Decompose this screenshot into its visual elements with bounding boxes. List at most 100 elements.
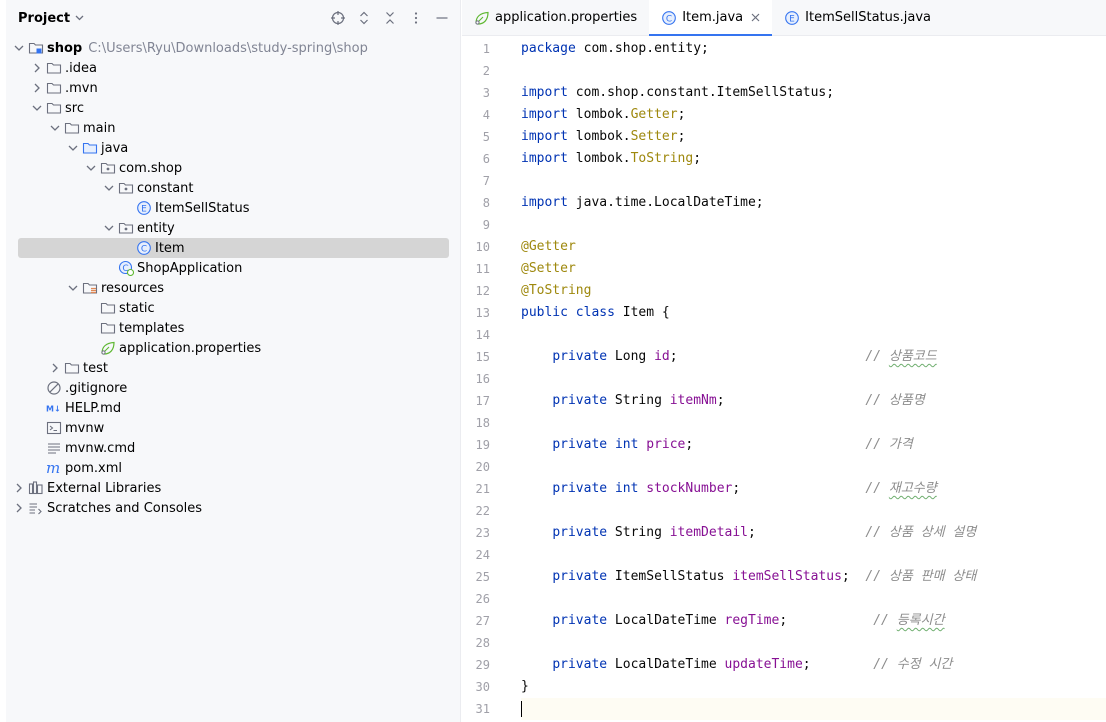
tree-item-pom-xml[interactable]: m pom.xml: [6, 458, 461, 478]
tree-item-test[interactable]: test: [6, 358, 461, 378]
tree-item-mvnw-cmd[interactable]: mvnw.cmd: [6, 438, 461, 458]
code-line[interactable]: import lombok.Getter;: [521, 104, 685, 126]
project-view-selector[interactable]: Project: [18, 11, 70, 26]
code-line[interactable]: private String itemDetail; // 상품 상세 설명: [521, 522, 976, 544]
tree-item-src[interactable]: src: [6, 98, 461, 118]
chevron-right-icon[interactable]: [28, 78, 46, 98]
line-number[interactable]: 4: [450, 104, 490, 126]
tree-item-itemsellstatus[interactable]: E ItemSellStatus: [6, 198, 461, 218]
tab-item-java[interactable]: C Item.java: [649, 0, 773, 36]
chevron-right-icon[interactable]: [10, 478, 28, 498]
code-area[interactable]: 1 2 3 4 5 6 7 8 9 10 11 12 13 14 15 16 17 18 19 20 21 22 23 24 2…: [462, 37, 1106, 722]
line-number[interactable]: 3: [450, 82, 490, 104]
expand-all-icon[interactable]: [356, 10, 372, 26]
tree-item-item[interactable]: C Item: [6, 238, 461, 258]
line-number[interactable]: 10: [450, 236, 490, 258]
tree-item-mvn[interactable]: .mvn: [6, 78, 461, 98]
code-line[interactable]: @Getter: [521, 236, 576, 258]
line-number[interactable]: 1: [450, 38, 490, 60]
line-number[interactable]: 29: [450, 654, 490, 676]
code-line[interactable]: private int price; // 가격: [521, 434, 913, 456]
tree-item-main[interactable]: main: [6, 118, 461, 138]
code-line[interactable]: package com.shop.entity;: [521, 38, 709, 60]
line-number[interactable]: 26: [450, 588, 490, 610]
chevron-down-icon[interactable]: [10, 38, 28, 58]
line-number[interactable]: 16: [450, 368, 490, 390]
code-line[interactable]: private int stockNumber; // 재고수량: [521, 478, 936, 500]
code-line[interactable]: import lombok.Setter;: [521, 126, 685, 148]
line-number[interactable]: 22: [450, 500, 490, 522]
tree-item-shopapplication[interactable]: C ShopApplication: [6, 258, 461, 278]
line-number[interactable]: 7: [450, 170, 490, 192]
chevron-right-icon[interactable]: [10, 498, 28, 518]
line-number[interactable]: 27: [450, 610, 490, 632]
code-line[interactable]: private ItemSellStatus itemSellStatus; /…: [521, 566, 976, 588]
code-line[interactable]: public class Item {: [521, 302, 670, 324]
code-line[interactable]: }: [521, 676, 529, 698]
tab-itemsellstatus-java[interactable]: E ItemSellStatus.java: [772, 0, 943, 35]
tree-item-idea[interactable]: .idea: [6, 58, 461, 78]
line-number[interactable]: 2: [450, 60, 490, 82]
tree-item-mvnw[interactable]: mvnw: [6, 418, 461, 438]
line-number[interactable]: 11: [450, 258, 490, 280]
chevron-down-icon[interactable]: [100, 218, 118, 238]
tree-item-entity[interactable]: entity: [6, 218, 461, 238]
line-number[interactable]: 18: [450, 412, 490, 434]
line-number[interactable]: 21: [450, 478, 490, 500]
line-number[interactable]: 24: [450, 544, 490, 566]
tree-item-shop[interactable]: shop C:\Users\Ryu\Downloads\study-spring\…: [6, 38, 461, 58]
chevron-down-icon[interactable]: [82, 158, 100, 178]
tree-item-application-properties[interactable]: application.properties: [6, 338, 461, 358]
line-number[interactable]: 8: [450, 192, 490, 214]
code-line[interactable]: import java.time.LocalDateTime;: [521, 192, 764, 214]
collapse-all-icon[interactable]: [382, 10, 398, 26]
code-line[interactable]: private Long id; // 상품코드: [521, 346, 936, 368]
close-icon[interactable]: [751, 11, 760, 25]
chevron-down-icon[interactable]: [28, 98, 46, 118]
chevron-down-icon[interactable]: [46, 118, 64, 138]
line-number[interactable]: 23: [450, 522, 490, 544]
tree-item-scratches-and-consoles[interactable]: Scratches and Consoles: [6, 498, 461, 518]
line-number[interactable]: 17: [450, 390, 490, 412]
tab-application-properties[interactable]: application.properties: [462, 0, 649, 35]
locate-icon[interactable]: [330, 10, 346, 26]
code-line[interactable]: import com.shop.constant.ItemSellStatus;: [521, 82, 834, 104]
line-number[interactable]: 5: [450, 126, 490, 148]
line-number[interactable]: 14: [450, 324, 490, 346]
code-line[interactable]: @Setter: [521, 258, 576, 280]
code-line[interactable]: @ToString: [521, 280, 591, 302]
code-line[interactable]: private LocalDateTime updateTime; // 수정 …: [521, 654, 952, 676]
line-number[interactable]: 19: [450, 434, 490, 456]
tree-item-com-shop[interactable]: com.shop: [6, 158, 461, 178]
tree-item-resources[interactable]: resources: [6, 278, 461, 298]
tree-item-gitignore[interactable]: .gitignore: [6, 378, 461, 398]
line-number[interactable]: 15: [450, 346, 490, 368]
line-number[interactable]: 20: [450, 456, 490, 478]
code-line[interactable]: [521, 698, 1106, 720]
tree-item-external-libraries[interactable]: External Libraries: [6, 478, 461, 498]
line-number[interactable]: 6: [450, 148, 490, 170]
chevron-down-icon[interactable]: [64, 278, 82, 298]
chevron-down-icon[interactable]: [64, 138, 82, 158]
line-number[interactable]: 13: [450, 302, 490, 324]
tree-item-templates[interactable]: templates: [6, 318, 461, 338]
chevron-down-icon[interactable]: [75, 13, 84, 24]
hide-panel-icon[interactable]: [434, 10, 450, 26]
line-number[interactable]: 31: [450, 698, 490, 720]
code-line[interactable]: private LocalDateTime regTime; // 등록시간: [521, 610, 944, 632]
more-options-icon[interactable]: [408, 10, 424, 26]
tree-item-java[interactable]: java: [6, 138, 461, 158]
chevron-right-icon[interactable]: [28, 58, 46, 78]
tree-item-help-md[interactable]: M↓ HELP.md: [6, 398, 461, 418]
chevron-down-icon[interactable]: [100, 178, 118, 198]
tree-item-static[interactable]: static: [6, 298, 461, 318]
line-number[interactable]: 12: [450, 280, 490, 302]
line-number[interactable]: 28: [450, 632, 490, 654]
chevron-right-icon[interactable]: [46, 358, 64, 378]
line-number[interactable]: 25: [450, 566, 490, 588]
line-number[interactable]: 30: [450, 676, 490, 698]
tree-item-constant[interactable]: constant: [6, 178, 461, 198]
code-line[interactable]: import lombok.ToString;: [521, 148, 701, 170]
line-number[interactable]: 9: [450, 214, 490, 236]
code-line[interactable]: private String itemNm; // 상품명: [521, 390, 924, 412]
